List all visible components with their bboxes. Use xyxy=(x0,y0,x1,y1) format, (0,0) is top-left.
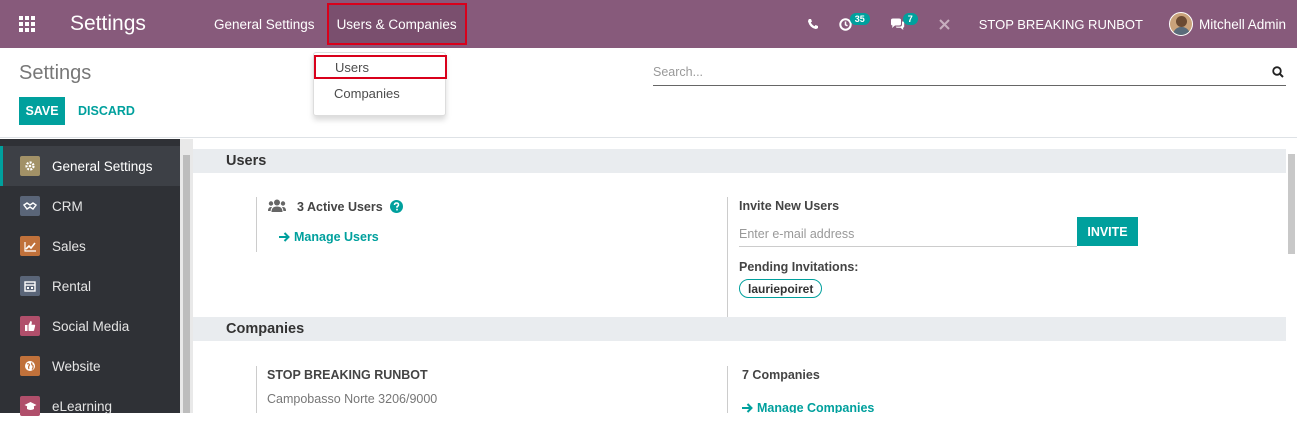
setting-divider xyxy=(727,366,728,413)
globe-icon xyxy=(20,356,40,376)
sidebar-item-label: Website xyxy=(52,358,101,374)
arrow-right-icon xyxy=(279,232,290,242)
save-button[interactable]: SAVE xyxy=(19,97,65,125)
search-bar xyxy=(653,60,1286,86)
user-avatar[interactable] xyxy=(1168,12,1193,36)
chart-icon xyxy=(20,236,40,256)
scrollbar-thumb[interactable] xyxy=(1288,154,1295,254)
messages-badge: 7 xyxy=(902,13,918,25)
menu-users-companies[interactable]: Users & Companies xyxy=(326,3,467,45)
setting-divider xyxy=(256,197,257,252)
apps-menu-button[interactable] xyxy=(0,0,54,48)
breadcrumb: Settings xyxy=(19,62,92,84)
search-icon[interactable] xyxy=(1272,66,1284,78)
tools-icon xyxy=(939,18,950,30)
top-navbar: Settings General Settings Users & Compan… xyxy=(0,0,1297,48)
invite-title: Invite New Users xyxy=(739,199,840,213)
sidebar-item-label: CRM xyxy=(52,198,83,214)
company-switcher[interactable]: STOP BREAKING RUNBOT xyxy=(979,17,1143,32)
sidebar-item-label: Sales xyxy=(52,238,86,254)
debug-tools-button[interactable] xyxy=(938,18,951,31)
content-scrollbar[interactable] xyxy=(1286,139,1297,413)
dropdown-item-users[interactable]: Users xyxy=(314,55,447,79)
phone-icon xyxy=(807,19,818,29)
control-panel: Settings SAVE DISCARD xyxy=(0,48,1297,138)
user-menu[interactable]: Mitchell Admin xyxy=(1199,17,1286,32)
thumbs-up-icon xyxy=(20,316,40,336)
app-title: Settings xyxy=(70,12,146,35)
grid-icon xyxy=(19,16,35,32)
pending-invitations-title: Pending Invitations: xyxy=(739,260,859,274)
active-users-count: 3 Active Users xyxy=(297,200,383,214)
section-title-users: Users xyxy=(193,149,1286,173)
setting-divider xyxy=(256,366,257,413)
scrollbar-thumb[interactable] xyxy=(183,155,190,413)
manage-users-link[interactable]: Manage Users xyxy=(294,230,379,244)
sidebar-item-sales[interactable]: Sales xyxy=(0,226,180,266)
sidebar-item-general-settings[interactable]: General Settings xyxy=(0,146,180,186)
sidebar-item-website[interactable]: Website xyxy=(0,346,180,386)
setting-divider xyxy=(727,197,728,327)
sidebar-item-label: Social Media xyxy=(52,318,130,334)
invite-email-wrapper xyxy=(739,223,1077,247)
arrow-right-icon xyxy=(742,403,753,413)
search-input[interactable] xyxy=(653,60,1253,84)
calendar-icon xyxy=(20,276,40,296)
settings-sidebar: General Settings CRM Sales Rental Social… xyxy=(0,139,180,416)
company-address: Campobasso Norte 3206/9000 xyxy=(267,392,438,406)
sidebar-item-social-media[interactable]: Social Media xyxy=(0,306,180,346)
company-name: STOP BREAKING RUNBOT xyxy=(267,368,428,382)
sidebar-item-rental[interactable]: Rental xyxy=(0,266,180,306)
pending-invitation-tag[interactable]: lauriepoiret xyxy=(739,279,823,298)
users-companies-dropdown: Users Companies xyxy=(313,52,447,116)
invite-email-field[interactable] xyxy=(739,223,1069,245)
navbar-systray: 35 7 STOP BREAKING RUNBOT Mitchell Admin xyxy=(797,0,1297,48)
activity-badge: 35 xyxy=(849,13,870,25)
phone-button[interactable] xyxy=(807,18,819,30)
users-icon xyxy=(268,199,286,212)
menu-general-settings[interactable]: General Settings xyxy=(208,0,321,48)
invite-button[interactable]: INVITE xyxy=(1077,217,1138,246)
companies-count: 7 Companies xyxy=(742,368,820,382)
sidebar-scrollbar[interactable] xyxy=(180,139,193,413)
messaging-button[interactable]: 7 xyxy=(890,13,918,31)
activity-button[interactable]: 35 xyxy=(838,13,870,31)
gear-icon xyxy=(20,156,40,176)
handshake-icon xyxy=(20,196,40,216)
sidebar-item-label: Rental xyxy=(52,278,92,294)
section-title-companies: Companies xyxy=(193,317,1286,341)
discard-button[interactable]: DISCARD xyxy=(78,97,135,125)
graduation-icon xyxy=(20,396,40,416)
sidebar-item-label: General Settings xyxy=(52,158,153,174)
settings-content: Users 3 Active Users Manage Users Invite… xyxy=(193,139,1286,413)
sidebar-item-label: eLearning xyxy=(52,398,113,414)
manage-companies-link[interactable]: Manage Companies xyxy=(757,401,874,413)
dropdown-item-companies[interactable]: Companies xyxy=(314,81,447,105)
sidebar-item-crm[interactable]: CRM xyxy=(0,186,180,226)
help-icon[interactable] xyxy=(390,200,403,213)
sidebar-item-elearning[interactable]: eLearning xyxy=(0,386,180,426)
